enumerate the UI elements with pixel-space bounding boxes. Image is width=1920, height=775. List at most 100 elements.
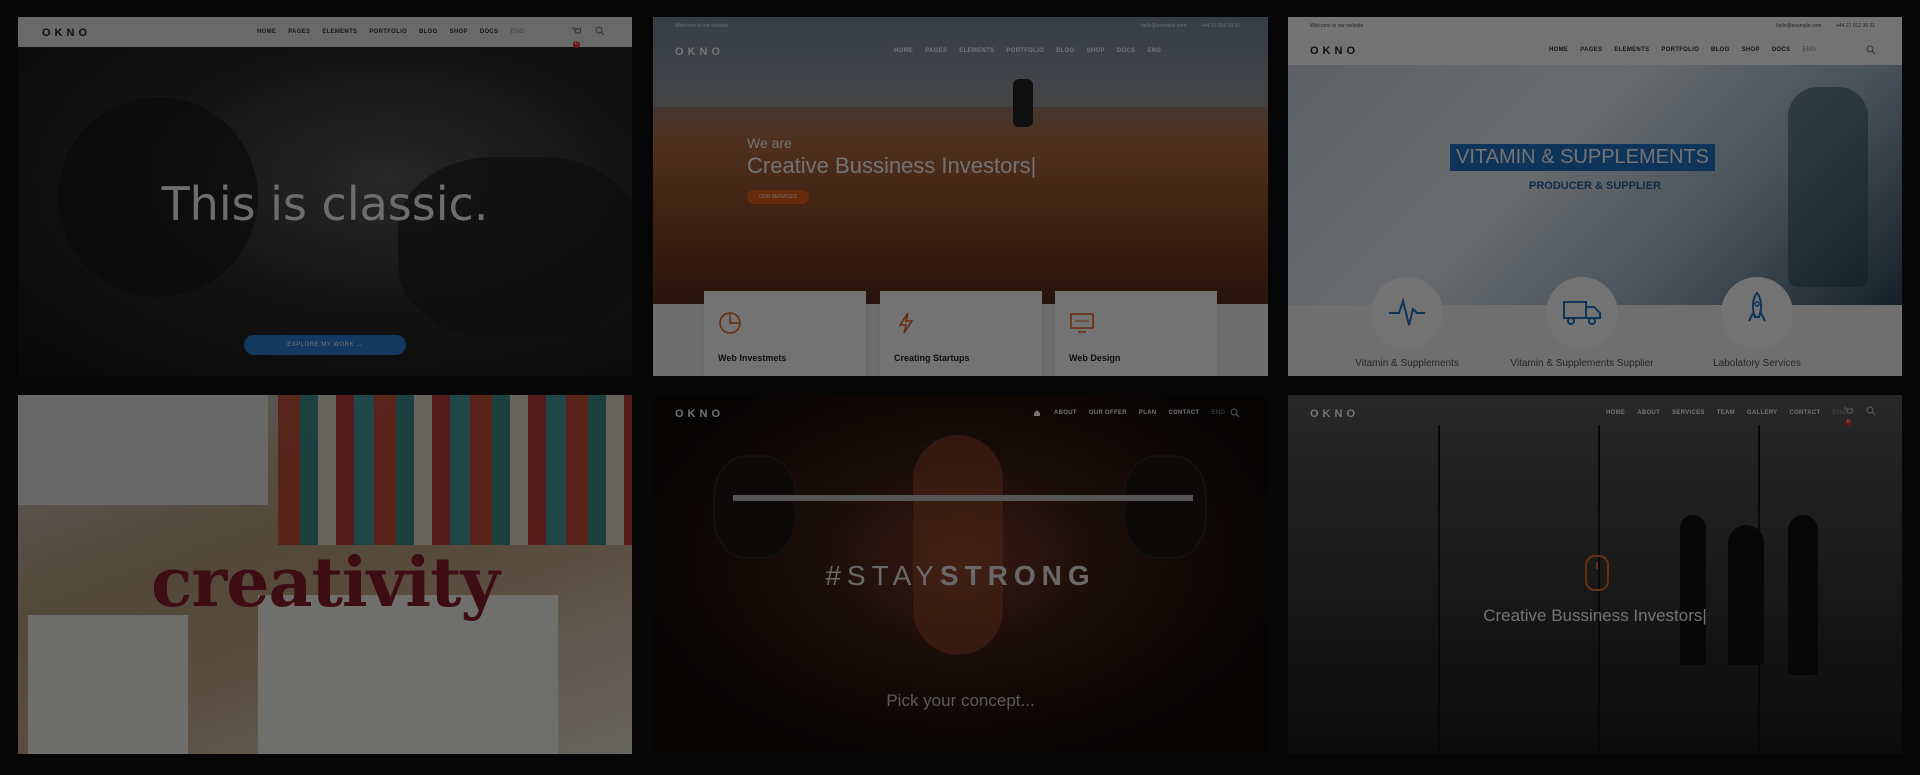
athlete-figure — [913, 435, 1003, 655]
service-icon-circle — [1371, 277, 1443, 349]
navbar: OKNO HOME PAGES ELEMENTS PORTFOLIO BLOG … — [1288, 35, 1902, 65]
hero-headline: This is classic. — [161, 177, 489, 231]
nav-item-about[interactable]: ABOUT — [1637, 410, 1660, 416]
books-shape — [278, 395, 632, 545]
search-icon[interactable] — [1866, 45, 1876, 55]
nav-item-contact[interactable]: CONTACT — [1789, 410, 1820, 416]
cart-icon[interactable] — [571, 26, 581, 36]
phone-link[interactable]: +44 21 012 30 21 — [1201, 23, 1240, 29]
pie-chart-icon — [719, 312, 741, 334]
search-icon[interactable] — [595, 26, 605, 36]
cart-count-badge: 0 — [573, 41, 580, 48]
nav-item-gallery[interactable]: GALLERY — [1747, 410, 1778, 416]
hero-headline: Creative Bussiness Investors| — [1483, 606, 1707, 625]
demo-tile-business[interactable]: Welcome to our website hello@example.com… — [653, 17, 1268, 376]
nav-item-shop[interactable]: SHOP — [1742, 47, 1760, 53]
main-nav: HOME PAGES ELEMENTS PORTFOLIO BLOG SHOP … — [1549, 47, 1816, 53]
weight-plate — [713, 455, 797, 559]
nav-item-portfolio[interactable]: PORTFOLIO — [369, 29, 407, 35]
nav-item-docs[interactable]: DOCS — [1117, 48, 1136, 54]
phone-link[interactable]: +44 21 012 30 21 — [1836, 23, 1875, 29]
window-frame — [1438, 425, 1440, 754]
heartbeat-icon — [1389, 297, 1425, 326]
person-silhouette — [1728, 525, 1764, 665]
tag-light: #STAY — [825, 560, 940, 591]
email-link[interactable]: hello@example.com — [1776, 23, 1821, 29]
nav-item-blog[interactable]: BLOG — [1056, 48, 1075, 54]
logo[interactable]: OKNO — [1310, 408, 1359, 420]
tag-bold: STRONG — [939, 560, 1096, 591]
nav-item-plan[interactable]: PLAN — [1139, 410, 1157, 416]
language-switch[interactable]: ENG — [1147, 48, 1161, 54]
logo[interactable]: OKNO — [1310, 45, 1359, 57]
truck-icon — [1563, 301, 1601, 325]
search-icon[interactable] — [1230, 408, 1240, 418]
nav-item-team[interactable]: TEAM — [1717, 410, 1735, 416]
services-button[interactable]: OUR SERVICES — [747, 190, 809, 204]
demo-tile-classic[interactable]: OKNO HOME PAGES ELEMENTS PORTFOLIO BLOG … — [18, 17, 632, 376]
notebook-shape — [28, 615, 188, 754]
service-icon-circle — [1721, 277, 1793, 349]
logo[interactable]: OKNO — [675, 408, 724, 420]
main-nav: HOME PAGES ELEMENTS PORTFOLIO BLOG SHOP … — [257, 29, 524, 35]
service-card[interactable]: Web Design — [1055, 291, 1217, 376]
nav-item-blog[interactable]: BLOG — [1711, 47, 1730, 53]
main-nav: ABOUT OUR OFFER PLAN CONTACT ENG — [1054, 410, 1225, 416]
navbar: OKNO HOME PAGES ELEMENTS PORTFOLIO BLOG … — [18, 17, 632, 48]
nav-item-docs[interactable]: DOCS — [1772, 47, 1791, 53]
person-silhouette — [1788, 515, 1818, 675]
nav-item-pages[interactable]: PAGES — [1580, 47, 1602, 53]
lightning-icon — [898, 312, 914, 334]
demo-tile-fitness[interactable]: OKNO ABOUT OUR OFFER PLAN CONTACT ENG #S… — [653, 395, 1268, 754]
hero-kicker: We are — [747, 135, 792, 151]
nav-item-elements[interactable]: ELEMENTS — [322, 29, 357, 35]
hero-headline: Creative Bussiness Investors| — [747, 153, 1037, 178]
nav-item-shop[interactable]: SHOP — [1087, 48, 1105, 54]
nav-item-about[interactable]: ABOUT — [1054, 410, 1077, 416]
nav-item-portfolio[interactable]: PORTFOLIO — [1006, 48, 1044, 54]
email-link[interactable]: hello@example.com — [1141, 23, 1186, 29]
nav-item-pages[interactable]: PAGES — [288, 29, 310, 35]
hero-headline: #STAYSTRONG — [653, 560, 1268, 592]
welcome-text: Welcome to our website — [675, 23, 729, 29]
cart-icon[interactable] — [1843, 406, 1853, 416]
language-switch[interactable]: ENG — [1211, 410, 1225, 416]
language-switch[interactable]: ENG — [1802, 47, 1816, 53]
service-card-title: Web Investmets — [718, 353, 787, 363]
rocket-icon — [1748, 291, 1766, 322]
demo-tile-investors[interactable]: OKNO HOME ABOUT SERVICES TEAM GALLERY CO… — [1288, 395, 1902, 754]
demo-tile-creativity[interactable]: creativity — [18, 395, 632, 754]
nav-item-portfolio[interactable]: PORTFOLIO — [1661, 47, 1699, 53]
nav-item-home[interactable]: HOME — [1606, 410, 1625, 416]
nav-item-services[interactable]: SERVICES — [1672, 410, 1705, 416]
service-title: Vitamin & Supplements Supplier — [1510, 358, 1654, 369]
demo-tile-vitamins[interactable]: Welcome to our website hello@example.com… — [1288, 17, 1902, 376]
nav-item-pages[interactable]: PAGES — [925, 48, 947, 54]
nav-item-home[interactable]: HOME — [1549, 47, 1568, 53]
nav-item-our-offer[interactable]: OUR OFFER — [1089, 410, 1127, 416]
logo[interactable]: OKNO — [675, 46, 724, 58]
search-icon[interactable] — [1866, 406, 1876, 416]
nav-item-home[interactable]: HOME — [894, 48, 913, 54]
language-switch[interactable]: ENG — [510, 29, 524, 35]
service-card[interactable]: Web Investmets — [704, 291, 866, 376]
nav-item-elements[interactable]: ELEMENTS — [1614, 47, 1649, 53]
barbell — [733, 495, 1193, 501]
nav-item-contact[interactable]: CONTACT — [1168, 410, 1199, 416]
main-nav: HOME PAGES ELEMENTS PORTFOLIO BLOG SHOP … — [894, 48, 1161, 54]
hero-subtitle: PRODUCER & SUPPLIER — [1528, 180, 1662, 192]
nav-item-docs[interactable]: DOCS — [480, 29, 499, 35]
cart-count-badge: 0 — [1845, 419, 1852, 426]
mouse-scroll-icon — [1585, 555, 1609, 591]
nav-item-blog[interactable]: BLOG — [419, 29, 438, 35]
person-figure — [1013, 79, 1033, 127]
logo[interactable]: OKNO — [42, 27, 91, 39]
explore-button[interactable]: EXPLORE MY WORK → — [244, 335, 406, 355]
service-card[interactable]: Creating Startups — [880, 291, 1042, 376]
nav-item-elements[interactable]: ELEMENTS — [959, 48, 994, 54]
nav-item-shop[interactable]: SHOP — [450, 29, 468, 35]
service-icon-circle — [1546, 277, 1618, 349]
keyboard-shape — [18, 395, 268, 505]
home-icon[interactable] — [1033, 409, 1041, 417]
nav-item-home[interactable]: HOME — [257, 29, 276, 35]
